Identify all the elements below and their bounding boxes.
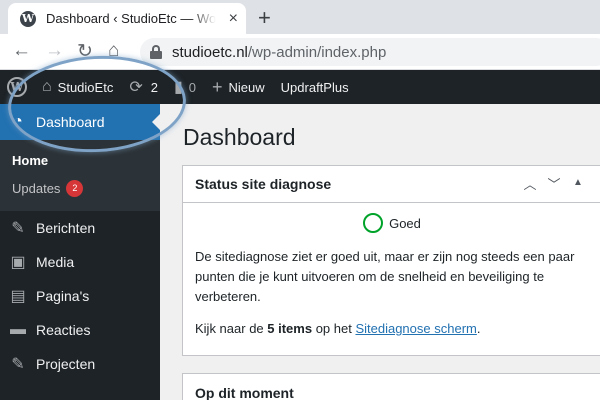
reload-icon[interactable]: ↻	[77, 40, 93, 63]
lock-icon[interactable]	[150, 45, 162, 59]
submenu-label: Home	[12, 153, 49, 168]
site-health-link[interactable]: Sitediagnose scherm	[355, 321, 476, 336]
sidebar-item-label: Pagina's	[36, 288, 90, 304]
widget-body: Goed De sitediagnose ziet er goed uit, m…	[183, 213, 600, 339]
submenu-label: Updates	[12, 181, 61, 196]
move-down-icon[interactable]: ﹀	[545, 174, 563, 193]
health-ring-icon	[363, 213, 384, 233]
health-status-label: Goed	[389, 215, 421, 231]
updates-badge: 2	[66, 180, 84, 197]
sidebar-item-label: Dashboard	[36, 114, 105, 130]
new-label: Nieuw	[228, 79, 265, 95]
browser-tabstrip: W Dashboard ‹ StudioEtc — WordPress × +	[0, 0, 600, 34]
browser-tab[interactable]: W Dashboard ‹ StudioEtc — WordPress ×	[8, 3, 246, 34]
widget-header: Status site diagnose ︿ ﹀ ▲	[183, 166, 600, 203]
items-suffix: .	[476, 321, 481, 336]
comments-count: 0	[188, 79, 197, 95]
house-icon: ⌂	[42, 78, 52, 95]
updraftplus-label: UpdraftPlus	[280, 79, 349, 95]
browser-toolbar: ← → ↻ ⌂ studioetc.nl/wp-admin/index.php	[0, 34, 600, 70]
sidebar-item-label: Reacties	[36, 322, 91, 338]
close-tab-icon[interactable]: ×	[229, 10, 238, 28]
items-mid: op het	[312, 321, 356, 336]
page-title: Dashboard	[183, 124, 296, 150]
submenu-item-updates[interactable]: Updates 2	[0, 174, 160, 203]
sidebar-item-reacties[interactable]: ▬ Reacties	[0, 313, 160, 347]
new-content-menu[interactable]: + Nieuw	[204, 70, 273, 104]
refresh-icon: ⟳	[129, 79, 143, 96]
health-description: De sitediagnose ziet er goed uit, maar e…	[195, 249, 575, 304]
sidebar-item-projecten[interactable]: ✎ Projecten	[0, 347, 160, 381]
dashboard-gauge-icon: ◔	[13, 113, 23, 130]
wordpress-logo-icon: W	[7, 77, 27, 97]
sidebar-item-label: Projecten	[36, 356, 96, 372]
sidebar-item-label: Media	[36, 254, 75, 270]
wp-admin-bar: W ⌂ StudioEtc ⟳ 2 ▮ 0 + Nieuw UpdraftPlu…	[0, 70, 600, 104]
site-name: StudioEtc	[57, 79, 114, 95]
comments-menu[interactable]: ▮ 0	[166, 70, 204, 104]
back-arrow-icon[interactable]: ←	[12, 40, 31, 62]
items-prefix: Kijk naar de	[195, 321, 268, 336]
wp-logo-menu[interactable]: W	[0, 70, 34, 104]
comment-bubble-icon: ▮	[173, 79, 183, 96]
widget-title: Status site diagnose	[195, 176, 332, 192]
sidebar-item-dashboard[interactable]: ◔ Dashboard	[0, 104, 160, 140]
at-a-glance-widget: Op dit moment	[182, 373, 600, 400]
new-tab-button[interactable]: +	[258, 5, 271, 31]
updates-menu[interactable]: ⟳ 2	[121, 70, 166, 104]
move-up-icon[interactable]: ︿	[521, 174, 539, 193]
admin-sidebar: ◔ Dashboard Home Updates 2 ✎ Berichten ▣…	[0, 104, 160, 400]
sidebar-item-media[interactable]: ▣ Media	[0, 245, 160, 279]
site-health-widget: Status site diagnose ︿ ﹀ ▲ Goed De sited…	[182, 165, 600, 356]
widget-handle-actions: ︿ ﹀ ▲	[521, 174, 587, 193]
collapse-toggle-icon[interactable]: ▲	[569, 174, 587, 193]
url-path: /wp-admin/index.php	[247, 43, 387, 61]
updates-count: 2	[150, 79, 158, 95]
forward-arrow-icon[interactable]: →	[45, 40, 64, 62]
pin-icon: ✎	[11, 356, 25, 373]
widget-title: Op dit moment	[195, 384, 294, 400]
media-icon: ▣	[10, 254, 26, 271]
address-bar[interactable]: studioetc.nl/wp-admin/index.php	[140, 38, 600, 66]
url-text: studioetc.nl/wp-admin/index.php	[172, 44, 386, 61]
home-icon[interactable]: ⌂	[108, 40, 119, 62]
health-items-text: Kijk naar de 5 items op het Sitediagnose…	[195, 319, 589, 339]
dashboard-submenu: Home Updates 2	[0, 140, 160, 211]
wordpress-favicon-icon: W	[20, 10, 36, 27]
items-count: 5 items	[267, 321, 313, 336]
main-content: Dashboard Status site diagnose ︿ ﹀ ▲ Goe…	[160, 104, 600, 400]
comment-icon: ▬	[10, 321, 26, 338]
submenu-item-home[interactable]: Home	[0, 147, 160, 174]
widget-header: Op dit moment	[183, 374, 600, 400]
site-name-menu[interactable]: ⌂ StudioEtc	[34, 70, 121, 104]
health-status: Goed	[195, 213, 589, 233]
page-icon: ▤	[10, 288, 26, 305]
updraftplus-menu[interactable]: UpdraftPlus	[273, 70, 357, 104]
sidebar-item-label: Berichten	[36, 220, 96, 236]
sidebar-item-berichten[interactable]: ✎ Berichten	[0, 211, 160, 245]
sidebar-item-paginas[interactable]: ▤ Pagina's	[0, 279, 160, 313]
pin-icon: ✎	[11, 220, 25, 237]
plus-icon: +	[212, 76, 223, 97]
tab-title: Dashboard ‹ StudioEtc — WordPress	[46, 11, 216, 26]
url-domain: studioetc.nl	[172, 43, 248, 61]
